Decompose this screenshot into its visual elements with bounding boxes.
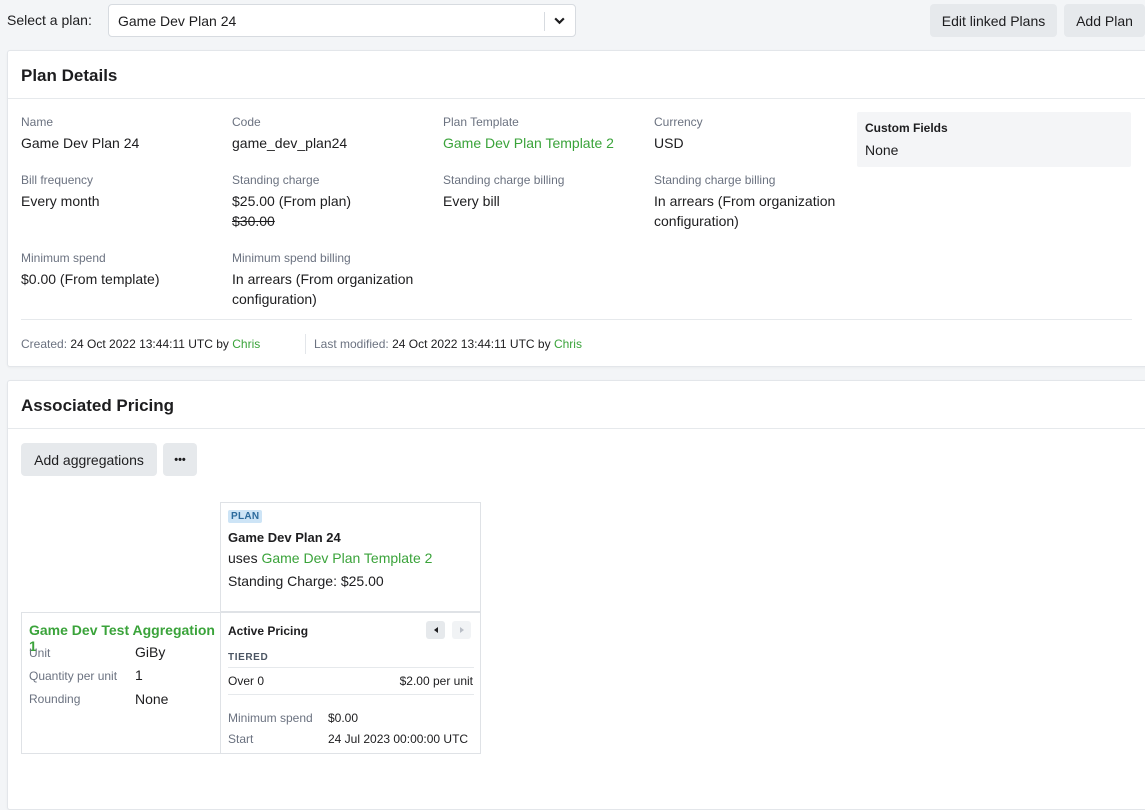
field-label: Minimum spend billing (232, 251, 351, 265)
pricing-plan-header: PLAN Game Dev Plan 24 uses Game Dev Plan… (220, 502, 481, 612)
field-label: Plan Template (443, 115, 519, 129)
field-label: Standing charge billing (654, 173, 776, 187)
next-pricing-button[interactable] (452, 621, 471, 639)
add-plan-button[interactable]: Add Plan (1064, 4, 1145, 37)
select-plan-label: Select a plan: (7, 12, 92, 28)
prev-pricing-button[interactable] (426, 621, 445, 639)
more-options-button[interactable]: ••• (163, 443, 197, 476)
start-key: Start (228, 732, 254, 746)
card-divider (8, 98, 1145, 99)
field-name: Name Game Dev Plan 24 (21, 115, 139, 153)
custom-fields-panel: Custom Fields None (857, 112, 1131, 167)
field-label: Minimum spend (21, 251, 106, 265)
associated-pricing-card: Associated Pricing Add aggregations ••• … (7, 380, 1145, 810)
created-value: 24 Oct 2022 13:44:11 UTC by (70, 337, 229, 351)
field-value: game_dev_plan24 (232, 135, 348, 151)
card-divider (8, 428, 1145, 429)
plan-uses: uses Game Dev Plan Template 2 (228, 550, 432, 566)
start-value: 24 Jul 2023 00:00:00 UTC (328, 732, 469, 746)
caret-left-icon (433, 627, 438, 633)
field-value: In arrears (From organization (654, 193, 836, 209)
field-minimum-spend-billing: Minimum spend billing In arrears (From o… (232, 251, 413, 309)
field-label: Name (21, 115, 54, 129)
field-standing-charge-billing: Standing charge billing Every bill (443, 173, 564, 211)
field-label: Code (232, 115, 261, 129)
plan-select[interactable]: Game Dev Plan 24 (108, 4, 576, 37)
tier-divider (228, 667, 474, 668)
field-value-cont: configuration) (232, 291, 317, 307)
field-label: Standing charge (232, 173, 320, 187)
tier-divider (228, 694, 474, 695)
created-user-link[interactable]: Chris (232, 337, 260, 351)
associated-pricing-title: Associated Pricing (21, 396, 175, 415)
field-label: Bill frequency (21, 173, 94, 187)
selected-plan-value: Game Dev Plan 24 (118, 13, 237, 29)
aggregation-unit-key: Unit (29, 646, 51, 660)
field-value: Every month (21, 193, 100, 209)
custom-fields-title: Custom Fields (865, 121, 948, 135)
plan-template-link[interactable]: Game Dev Plan Template 2 (443, 133, 614, 153)
field-minimum-spend: Minimum spend $0.00 (From template) (21, 251, 160, 289)
field-value: $25.00 (From plan) (232, 193, 352, 209)
last-modified-user-link[interactable]: Chris (554, 337, 582, 351)
last-modified-meta: Last modified: 24 Oct 2022 13:44:11 UTC … (314, 337, 582, 351)
minimum-spend-key: Minimum spend (228, 711, 313, 725)
minimum-spend-value: $0.00 (328, 711, 359, 725)
add-aggregations-button[interactable]: Add aggregations (21, 443, 157, 476)
tier-range: Over 0 (228, 674, 265, 688)
field-label: Currency (654, 115, 703, 129)
last-modified-value: 24 Oct 2022 13:44:11 UTC by (392, 337, 551, 351)
tier-price: $2.00 per unit (399, 674, 473, 688)
field-standing-charge: Standing charge $25.00 (From plan) $30.0… (232, 173, 351, 231)
plan-details-card: Plan Details Name Game Dev Plan 24 Code … (7, 50, 1145, 367)
select-separator (544, 12, 545, 31)
field-value: Every bill (443, 193, 500, 209)
active-pricing-title: Active Pricing (228, 624, 309, 638)
chevron-down-icon[interactable] (553, 14, 566, 27)
active-pricing-cell: Active Pricing TIERED Over 0 $2.00 per u… (220, 612, 481, 754)
field-bill-frequency: Bill frequency Every month (21, 173, 100, 211)
field-plan-template: Plan Template Game Dev Plan Template 2 (443, 115, 614, 153)
aggregation-rounding-key: Rounding (29, 692, 81, 706)
pricing-type-label: TIERED (228, 652, 269, 663)
field-label: Standing charge billing (443, 173, 565, 187)
custom-fields-value: None (865, 142, 899, 158)
field-value: $0.00 (From template) (21, 271, 160, 287)
aggregation-rounding-value: None (135, 691, 169, 707)
aggregation-unit-value: GiBy (135, 644, 166, 660)
plan-name: Game Dev Plan 24 (228, 530, 341, 545)
aggregation-quantity-value: 1 (135, 667, 143, 683)
aggregation-name-link[interactable]: Game Dev Test Aggregation 1 (29, 622, 221, 654)
last-modified-key: Last modified: (314, 337, 389, 351)
field-value: USD (654, 135, 684, 151)
field-value: In arrears (From organization (232, 271, 414, 287)
standing-charge-old-value: $30.00 (232, 213, 275, 229)
meta-separator (305, 334, 306, 354)
aggregation-cell: Game Dev Test Aggregation 1 Unit GiBy Qu… (21, 612, 221, 754)
field-code: Code game_dev_plan24 (232, 115, 347, 153)
meta-divider (21, 319, 1132, 320)
field-value-cont: configuration) (654, 213, 739, 229)
caret-right-icon (459, 627, 464, 633)
field-standing-charge-billing-config: Standing charge billing In arrears (From… (654, 173, 835, 231)
uses-prefix: uses (228, 550, 258, 566)
plan-details-title: Plan Details (21, 66, 118, 85)
plan-standing-charge: Standing Charge: $25.00 (228, 573, 384, 589)
plan-badge: PLAN (228, 510, 263, 523)
plan-selector-bar: Select a plan: Game Dev Plan 24 Edit lin… (0, 0, 1145, 44)
field-currency: Currency USD (654, 115, 703, 153)
edit-linked-plans-button[interactable]: Edit linked Plans (930, 4, 1057, 37)
aggregation-quantity-key: Quantity per unit (29, 669, 118, 683)
created-meta: Created: 24 Oct 2022 13:44:11 UTC by Chr… (21, 337, 260, 351)
created-key: Created: (21, 337, 68, 351)
uses-template-link[interactable]: Game Dev Plan Template 2 (261, 550, 432, 566)
field-value: Game Dev Plan 24 (21, 135, 140, 151)
